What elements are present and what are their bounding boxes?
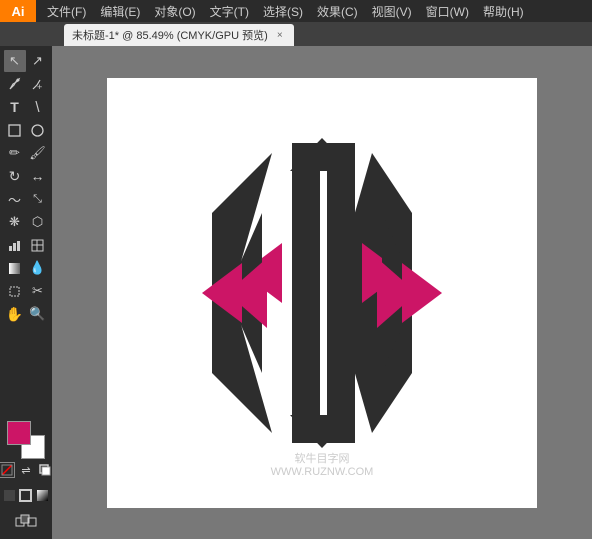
hand-tool[interactable]: ✋ bbox=[4, 303, 26, 325]
menu-items: 文件(F) 编辑(E) 对象(O) 文字(T) 选择(S) 效果(C) 视图(V… bbox=[36, 0, 531, 22]
ellipse-tool[interactable] bbox=[27, 119, 49, 141]
tool-row-9 bbox=[2, 234, 50, 256]
color-swatches bbox=[7, 421, 45, 459]
menu-file[interactable]: 文件(F) bbox=[40, 1, 93, 22]
menu-help[interactable]: 帮助(H) bbox=[476, 1, 531, 22]
screen-mode-icon[interactable] bbox=[15, 509, 37, 531]
tool-row-11: ✂ bbox=[2, 280, 50, 302]
tool-row-1: ↖ ↗ bbox=[2, 50, 50, 72]
eyedropper-tool[interactable]: 💧 bbox=[27, 257, 49, 279]
canvas-area: 软牛目字网 WWW.RUZNW.COM bbox=[52, 46, 592, 539]
tool-row-10: 💧 bbox=[2, 257, 50, 279]
tab-close-button[interactable]: × bbox=[274, 29, 286, 41]
gradient-tool[interactable] bbox=[4, 257, 26, 279]
default-colors-icon[interactable] bbox=[37, 462, 53, 478]
direct-select-tool[interactable]: ↗ bbox=[27, 50, 49, 72]
watermark-line2: WWW.RUZNW.COM bbox=[271, 466, 374, 478]
stroke-fill-row bbox=[2, 484, 50, 506]
gradient-fill-icon[interactable] bbox=[35, 484, 50, 506]
logo-artwork bbox=[172, 133, 472, 453]
menu-text[interactable]: 文字(T) bbox=[203, 1, 256, 22]
artboard-tool[interactable] bbox=[4, 280, 26, 302]
tool-row-4 bbox=[2, 119, 50, 141]
tool-row-3: T \ bbox=[2, 96, 50, 118]
blend-tool[interactable]: ⬡ bbox=[27, 211, 49, 233]
menu-select[interactable]: 选择(S) bbox=[256, 1, 310, 22]
document-tab[interactable]: 未标题-1* @ 85.49% (CMYK/GPU 预览) × bbox=[64, 24, 294, 46]
select-tool[interactable]: ↖ bbox=[4, 50, 26, 72]
swap-colors-icon[interactable]: ⇌ bbox=[18, 462, 34, 478]
mesh-tool[interactable] bbox=[27, 234, 49, 256]
type-tool[interactable]: T bbox=[4, 96, 26, 118]
slice-tool[interactable]: ✂ bbox=[27, 280, 49, 302]
tool-row-8: ❋ ⬡ bbox=[2, 211, 50, 233]
pen-tool[interactable] bbox=[4, 73, 26, 95]
add-anchor-tool[interactable]: + bbox=[27, 73, 49, 95]
tool-row-12: ✋ 🔍 bbox=[2, 303, 50, 325]
color-area: ⇌ bbox=[0, 421, 53, 539]
fill-icon[interactable] bbox=[2, 484, 17, 506]
menu-view[interactable]: 视图(V) bbox=[365, 1, 419, 22]
tool-row-6: ↻ ↔ bbox=[2, 165, 50, 187]
left-toolbar: ↖ ↗ + T \ ✏ 🖌 ↻ bbox=[0, 46, 52, 539]
zoom-tool[interactable]: 🔍 bbox=[27, 303, 49, 325]
symbol-sprayer-tool[interactable]: ❋ bbox=[4, 211, 26, 233]
line-tool[interactable]: \ bbox=[27, 96, 49, 118]
rotate-tool[interactable]: ↻ bbox=[4, 165, 26, 187]
free-transform-tool[interactable]: ⤡ bbox=[27, 188, 49, 210]
menu-edit[interactable]: 编辑(E) bbox=[93, 1, 147, 22]
warp-tool[interactable]: 〜 bbox=[4, 188, 26, 210]
reflect-tool[interactable]: ↔ bbox=[27, 165, 49, 187]
pencil-tool[interactable]: ✏ bbox=[4, 142, 26, 164]
watermark: 软牛目字网 WWW.RUZNW.COM bbox=[271, 450, 374, 478]
tab-title: 未标题-1* @ 85.49% (CMYK/GPU 预览) bbox=[72, 27, 268, 43]
menu-object[interactable]: 对象(O) bbox=[147, 1, 202, 22]
menu-effect[interactable]: 效果(C) bbox=[310, 1, 365, 22]
tab-bar: 未标题-1* @ 85.49% (CMYK/GPU 预览) × bbox=[0, 22, 592, 46]
app-logo: Ai bbox=[0, 0, 36, 22]
stroke-icon[interactable] bbox=[18, 484, 33, 506]
rectangle-tool[interactable] bbox=[4, 119, 26, 141]
brush-tool[interactable]: 🖌 bbox=[27, 142, 49, 164]
tool-row-5: ✏ 🖌 bbox=[2, 142, 50, 164]
main-area: ↖ ↗ + T \ ✏ 🖌 ↻ bbox=[0, 46, 592, 539]
menu-window[interactable]: 窗口(W) bbox=[419, 1, 476, 22]
color-small-row: ⇌ bbox=[0, 462, 53, 478]
svg-text:+: + bbox=[37, 82, 42, 91]
no-color-icon[interactable] bbox=[0, 462, 15, 478]
column-graph-tool[interactable] bbox=[4, 234, 26, 256]
tool-row-2: + bbox=[2, 73, 50, 95]
document-canvas: 软牛目字网 WWW.RUZNW.COM bbox=[107, 78, 537, 508]
foreground-color-swatch[interactable] bbox=[7, 421, 31, 445]
tool-row-7: 〜 ⤡ bbox=[2, 188, 50, 210]
screen-mode-row bbox=[2, 509, 50, 531]
menu-bar: Ai 文件(F) 编辑(E) 对象(O) 文字(T) 选择(S) 效果(C) 视… bbox=[0, 0, 592, 22]
